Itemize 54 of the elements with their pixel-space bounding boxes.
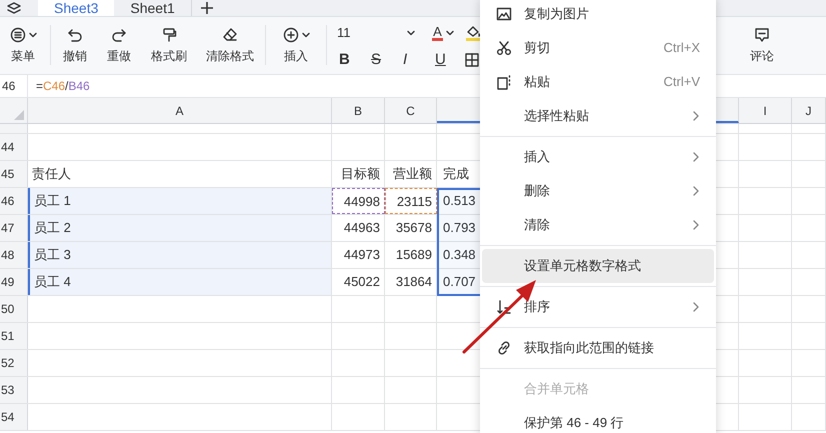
- toolbar-button[interactable]: 重做: [99, 17, 139, 63]
- table-cell: 营业额: [385, 161, 437, 187]
- comment-button[interactable]: 评论: [750, 27, 774, 63]
- column-header[interactable]: A: [28, 98, 332, 123]
- table-cell: 45022: [332, 269, 385, 295]
- row-number[interactable]: 44: [0, 134, 28, 160]
- row-number[interactable]: 50: [0, 296, 28, 322]
- format-button[interactable]: B: [337, 48, 369, 72]
- table-cell: 23115: [385, 188, 437, 214]
- format-button[interactable]: I: [401, 48, 433, 72]
- sheet-tab[interactable]: Sheet3: [38, 0, 114, 16]
- text-color-button[interactable]: A: [425, 24, 461, 42]
- row-number[interactable]: 47: [0, 215, 28, 241]
- toolbar-button[interactable]: 格式刷: [143, 17, 195, 63]
- table-cell: 目标额: [332, 161, 385, 187]
- row-number[interactable]: 46: [0, 188, 28, 214]
- toolbar-button[interactable]: 撤销: [55, 17, 95, 63]
- table-cell: 员工 3: [28, 242, 332, 268]
- table-cell: 44973: [332, 242, 385, 268]
- table-cell: 35678: [385, 215, 437, 241]
- row-number[interactable]: 53: [0, 377, 28, 403]
- row-number[interactable]: 45: [0, 161, 28, 187]
- table-cell: 员工 4: [28, 269, 332, 295]
- table-cell: 15689: [385, 242, 437, 268]
- menu-item[interactable]: 粘贴 Ctrl+V: [482, 65, 714, 99]
- formula-field[interactable]: =C46/B46: [28, 74, 468, 98]
- row-number[interactable]: 52: [0, 350, 28, 376]
- column-header[interactable]: J: [792, 98, 826, 123]
- menu-item[interactable]: 选择性粘贴: [482, 99, 714, 133]
- toolbar-button[interactable]: 清除格式: [199, 17, 261, 63]
- row-number[interactable]: 48: [0, 242, 28, 268]
- sheet-tab[interactable]: Sheet1: [114, 0, 192, 16]
- table-cell: 44963: [332, 215, 385, 241]
- menu-item[interactable]: 保护第 46 - 49 行: [482, 406, 714, 433]
- menu-item[interactable]: 剪切 Ctrl+X: [482, 31, 714, 65]
- table-cell: 员工 1: [28, 188, 332, 214]
- column-header[interactable]: B: [332, 98, 385, 123]
- table-cell: 员工 2: [28, 215, 332, 241]
- menu-item[interactable]: 设置单元格数字格式: [482, 249, 714, 283]
- table-cell: 责任人: [28, 161, 332, 187]
- row-number[interactable]: 49: [0, 269, 28, 295]
- menu-item[interactable]: 获取指向此范围的链接: [482, 331, 714, 365]
- format-button[interactable]: S: [369, 48, 401, 72]
- menu-item[interactable]: 复制为图片: [482, 0, 714, 31]
- format-button[interactable]: U: [433, 48, 465, 72]
- column-header[interactable]: C: [385, 98, 437, 123]
- font-size-dropdown[interactable]: 11: [337, 24, 419, 42]
- column-header[interactable]: I: [739, 98, 792, 123]
- toolbar-button[interactable]: 插入: [270, 17, 322, 63]
- toolbar-button[interactable]: 菜单: [0, 17, 46, 63]
- row-number[interactable]: 54: [0, 404, 28, 430]
- table-cell: 44998: [332, 188, 385, 214]
- row-number[interactable]: 51: [0, 323, 28, 349]
- table-cell: 31864: [385, 269, 437, 295]
